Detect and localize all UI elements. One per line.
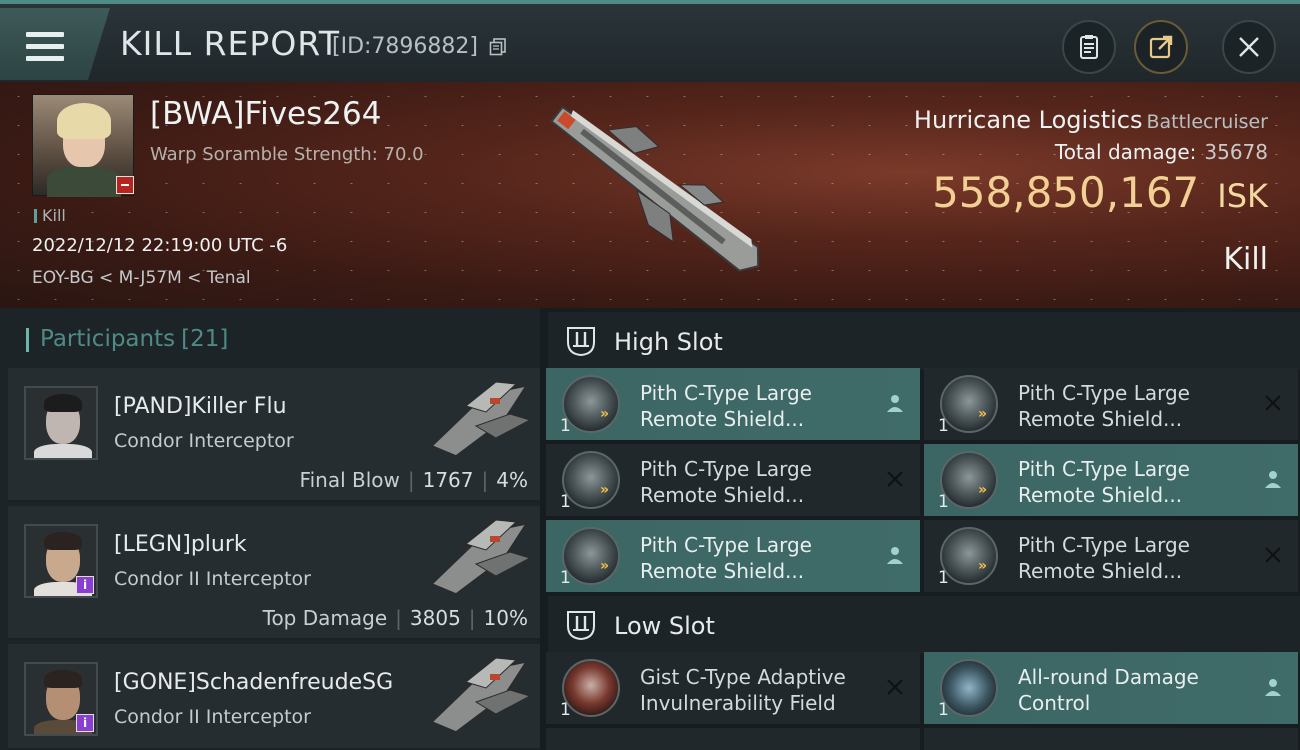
- top-bar: KILL REPORT [ID:7896882]: [0, 0, 1300, 82]
- participant-ship-image: [430, 519, 532, 595]
- isk-value: 558,850,167 ISK: [932, 168, 1268, 217]
- participant-stats: Final Blow | 1767 | 4%: [299, 468, 528, 492]
- ship-name[interactable]: Hurricane Logistics Battlecruiser: [914, 106, 1268, 134]
- participant-card[interactable]: i [LEGN]plurk Condor II Interceptor Top …: [8, 506, 540, 640]
- high-slot-title: High Slot: [614, 328, 723, 356]
- participant-name[interactable]: [GONE]SchadenfreudeSG: [114, 670, 393, 695]
- participant-ship: Condor II Interceptor: [114, 706, 311, 728]
- close-icon: [1265, 395, 1281, 411]
- participant-ship: Condor Interceptor: [114, 430, 294, 452]
- kill-summary-banner: [BWA]Fives264 Warp Soramble Strength: 70…: [0, 82, 1300, 308]
- person-icon: [1265, 679, 1281, 696]
- participant-card[interactable]: [PAND]Killer Flu Condor Interceptor Fina…: [8, 368, 540, 502]
- participant-ship-image: [430, 657, 532, 733]
- share-button[interactable]: [1134, 20, 1188, 74]
- info-badge-icon: i: [76, 714, 94, 732]
- kill-timestamp: 2022/12/12 22:19:00 UTC -6: [32, 235, 288, 256]
- participant-name[interactable]: [PAND]Killer Flu: [114, 394, 287, 419]
- kill-location: EOY-BG < M-J57M < Tenal: [32, 268, 251, 288]
- kill-tag: Kill: [34, 206, 66, 225]
- share-icon: [1149, 35, 1173, 59]
- hamburger-icon: [26, 32, 64, 62]
- ship-class: Battlecruiser: [1146, 111, 1268, 133]
- close-icon: [887, 679, 903, 695]
- participant-ship: Condor II Interceptor: [114, 568, 311, 590]
- module-name: Pith C-Type Large Remote Shield...: [1018, 457, 1190, 507]
- close-icon: [1265, 547, 1281, 563]
- module-slot[interactable]: » 1 Pith C-Type Large Remote Shield...: [924, 520, 1298, 592]
- victim-name[interactable]: [BWA]Fives264: [150, 96, 381, 132]
- high-slot-icon: [567, 327, 595, 357]
- total-damage: Total damage: 35678: [1054, 140, 1268, 164]
- page-title: KILL REPORT: [120, 24, 340, 63]
- participant-avatar[interactable]: [24, 386, 98, 460]
- low-slot-header: Low Slot: [548, 596, 1300, 654]
- clipboard-icon: [1080, 35, 1098, 59]
- module-slot[interactable]: » 1 Pith C-Type Large Remote Shield...: [546, 368, 920, 440]
- module-slot[interactable]: 1 Gist C-Type Adaptive Invulnerability F…: [546, 652, 920, 724]
- copy-icon[interactable]: [489, 38, 507, 56]
- module-name: All-round Damage Control: [1018, 665, 1199, 715]
- person-icon: [887, 395, 903, 412]
- report-id: [ID:7896882]: [332, 34, 478, 59]
- low-slot-icon: [567, 611, 595, 641]
- victim-subtitle: Warp Soramble Strength: 70.0: [150, 144, 424, 165]
- person-icon: [887, 547, 903, 564]
- close-icon: [887, 471, 903, 487]
- low-slot-title: Low Slot: [614, 612, 715, 640]
- info-badge-icon: i: [76, 576, 94, 594]
- module-slot[interactable]: » 1 Pith C-Type Large Remote Shield...: [546, 520, 920, 592]
- module-slot-partial[interactable]: [546, 728, 920, 750]
- menu-button[interactable]: [0, 8, 110, 80]
- participants-header: Participants [21]: [25, 326, 228, 352]
- module-slot[interactable]: 1 All-round Damage Control: [924, 652, 1298, 724]
- module-name: Pith C-Type Large Remote Shield...: [640, 381, 812, 431]
- victim-ship-image: [550, 105, 760, 272]
- close-icon: [1239, 37, 1259, 57]
- module-name: Gist C-Type Adaptive Invulnerability Fie…: [640, 665, 846, 715]
- close-button[interactable]: [1222, 20, 1276, 74]
- module-name: Pith C-Type Large Remote Shield...: [640, 533, 812, 583]
- participants-panel: Participants [21] [PAND]Killer Flu Condor…: [0, 308, 540, 750]
- high-slot-header: High Slot: [548, 312, 1300, 370]
- module-slot[interactable]: » 1 Pith C-Type Large Remote Shield...: [546, 444, 920, 516]
- module-name: Pith C-Type Large Remote Shield...: [640, 457, 812, 507]
- fitting-panel: High Slot » 1 Pith C-Type Large Remote S…: [540, 308, 1300, 750]
- clipboard-button[interactable]: [1062, 20, 1116, 74]
- module-slot[interactable]: » 1 Pith C-Type Large Remote Shield...: [924, 368, 1298, 440]
- participant-name[interactable]: [LEGN]plurk: [114, 532, 247, 557]
- hostile-badge-icon: [116, 176, 134, 194]
- module-slot-partial[interactable]: [924, 728, 1298, 750]
- participant-stats: Top Damage | 3805 | 10%: [262, 606, 528, 630]
- person-icon: [1265, 471, 1281, 488]
- module-name: Pith C-Type Large Remote Shield...: [1018, 381, 1190, 431]
- result-label: Kill: [1223, 242, 1268, 277]
- participant-card[interactable]: i [GONE]SchadenfreudeSG Condor II Interc…: [8, 644, 540, 750]
- module-name: Pith C-Type Large Remote Shield...: [1018, 533, 1190, 583]
- participant-ship-image: [430, 381, 532, 457]
- module-slot[interactable]: » 1 Pith C-Type Large Remote Shield...: [924, 444, 1298, 516]
